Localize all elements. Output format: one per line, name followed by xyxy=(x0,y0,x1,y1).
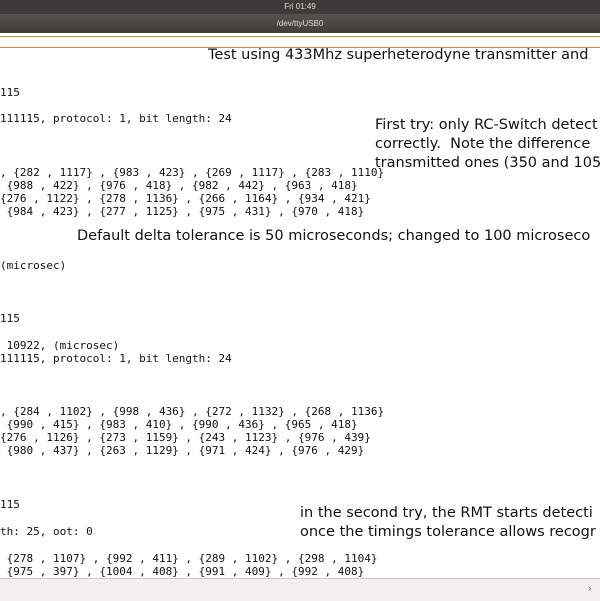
terminal-line: 115 xyxy=(0,498,20,511)
terminal-line: 111115, protocol: 1, bit length: 24 xyxy=(0,352,232,365)
terminal-line: {278 , 1107} , {992 , 411} , {289 , 1102… xyxy=(0,552,378,565)
terminal-line: 115 xyxy=(0,86,20,99)
terminal-line: {276 , 1122} , {278 , 1136} , {266 , 116… xyxy=(0,192,371,205)
first-try-note: First try: only RC-Switch detect correct… xyxy=(375,117,600,171)
terminal-line: 115 xyxy=(0,312,20,325)
terminal-line: 10922, (microsec) xyxy=(0,339,120,352)
window-title: /dev/ttyUSB0 xyxy=(276,19,324,28)
document-canvas: Test using 433Mhz superheterodyne transm… xyxy=(0,48,600,578)
terminal-line: 111115, protocol: 1, bit length: 24 xyxy=(0,112,232,125)
clock[interactable]: Fri 01:49 xyxy=(284,2,316,11)
chevron-right-icon[interactable]: › xyxy=(588,583,591,594)
terminal-line: , {284 , 1102} , {998 , 436} , {272 , 11… xyxy=(0,405,385,418)
terminal-line: {990 , 415} , {983 , 410} , {990 , 436} … xyxy=(0,418,358,431)
terminal-line: {988 , 422} , {976 , 418} , {982 , 442} … xyxy=(0,179,358,192)
tolerance-note: Default delta tolerance is 50 microsecon… xyxy=(77,228,591,244)
terminal-line: {984 , 423} , {277 , 1125} , {975 , 431}… xyxy=(0,205,365,218)
terminal-line: {975 , 397} , {1004 , 408} , {991 , 409}… xyxy=(0,565,365,578)
terminal-line: th: 25, oot: 0 xyxy=(0,525,93,538)
system-top-bar: Fri 01:49 xyxy=(0,0,600,14)
terminal-line: {276 , 1126} , {273 , 1159} , {243 , 112… xyxy=(0,431,371,444)
terminal-line: (microsec) xyxy=(0,259,67,272)
terminal-line: {980 , 437} , {263 , 1129} , {971 , 424}… xyxy=(0,444,365,457)
divider-line xyxy=(0,36,600,37)
terminal-line: , {282 , 1117} , {983 , 423} , {269 , 11… xyxy=(0,166,385,179)
second-try-note: in the second try, the RMT starts detect… xyxy=(300,505,596,540)
horizontal-scrollbar[interactable]: › xyxy=(0,578,600,601)
window-title-bar[interactable]: /dev/ttyUSB0 xyxy=(0,14,600,33)
header-note: Test using 433Mhz superheterodyne transm… xyxy=(208,48,589,63)
